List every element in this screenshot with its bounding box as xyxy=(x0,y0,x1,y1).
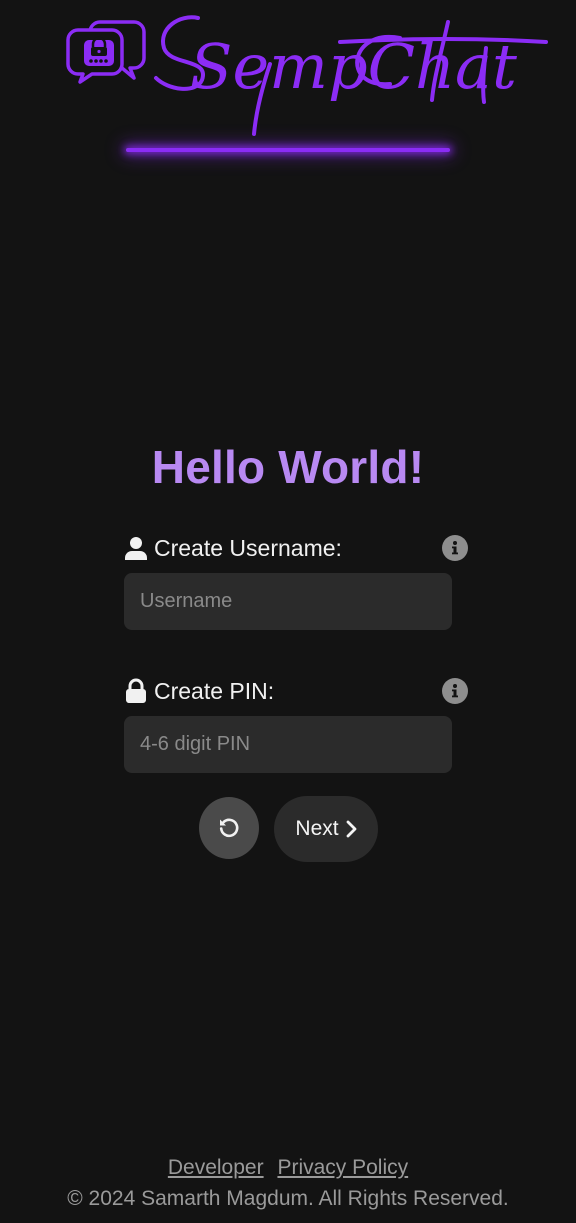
pin-label-row: Create PIN: xyxy=(124,676,468,706)
pin-input[interactable] xyxy=(124,716,452,773)
username-input[interactable] xyxy=(124,573,452,630)
reset-button[interactable] xyxy=(199,797,259,859)
privacy-policy-link[interactable]: Privacy Policy xyxy=(277,1156,408,1179)
reset-icon xyxy=(219,818,239,838)
brand-logo-text: SempChat xyxy=(154,15,548,136)
brand-name: SempChat xyxy=(190,30,517,103)
user-icon xyxy=(124,535,148,561)
pin-label: Create PIN: xyxy=(154,677,275,704)
next-button[interactable]: Next xyxy=(274,796,378,862)
chevron-right-icon xyxy=(345,820,357,838)
chat-lock-icon xyxy=(66,20,146,84)
username-label: Create Username: xyxy=(154,534,342,561)
app-header: SempChat xyxy=(0,0,576,170)
username-label-row: Create Username: xyxy=(124,533,468,563)
copyright-text: © 2024 Samarth Magdum. All Rights Reserv… xyxy=(67,1187,509,1210)
next-button-label: Next xyxy=(295,817,339,840)
neon-divider xyxy=(126,148,450,152)
page-title: Hello World! xyxy=(151,441,425,493)
lock-icon xyxy=(124,678,148,704)
footer-links: Developer Privacy Policy xyxy=(0,1156,576,1180)
page: SempChat Hello World! Create Username: U… xyxy=(0,0,576,1223)
developer-link[interactable]: Developer xyxy=(168,1156,264,1179)
pin-info-icon[interactable] xyxy=(442,678,468,704)
username-info-icon[interactable] xyxy=(442,535,468,561)
